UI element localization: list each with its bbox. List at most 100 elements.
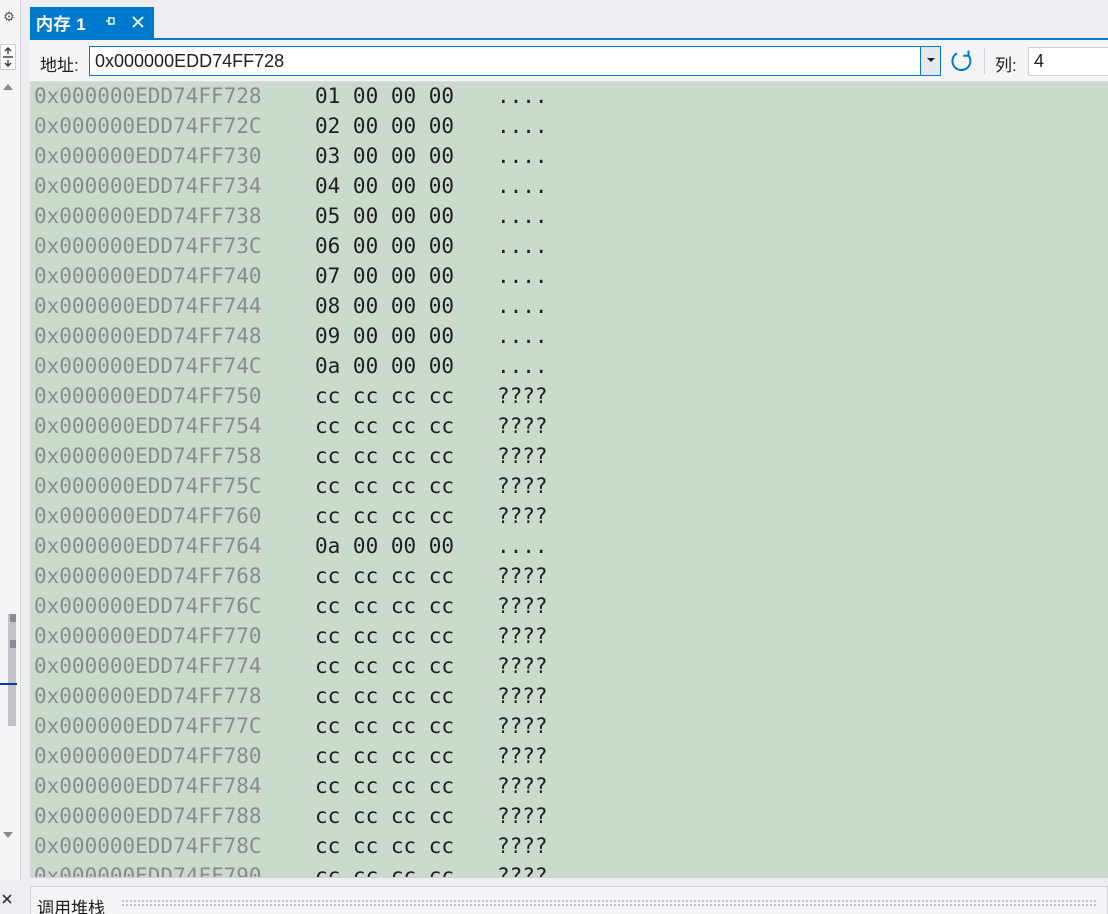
memory-bytes[interactable]: 02 00 00 00: [315, 111, 454, 141]
toolbar-separator: [984, 48, 985, 74]
memory-ascii: ....: [497, 174, 548, 198]
memory-ascii: ....: [497, 204, 548, 228]
memory-row[interactable]: 0x000000EDD74FF76C cc cc cc cc????: [30, 591, 1108, 621]
ide-window: ⚙ 内存 1 地址: 0x000000EDD74FF728 列: 4 0x000…: [0, 0, 1108, 914]
left-scrollbar-thumb[interactable]: [8, 614, 16, 726]
memory-bytes[interactable]: cc cc cc cc: [315, 861, 454, 877]
memory-ascii: ????: [497, 804, 548, 828]
memory-address: 0x000000EDD74FF778: [34, 684, 262, 708]
memory-row[interactable]: 0x000000EDD74FF744 08 00 00 00....: [30, 291, 1108, 321]
memory-bytes[interactable]: cc cc cc cc: [315, 801, 454, 831]
memory-address: 0x000000EDD74FF758: [34, 444, 262, 468]
memory-address: 0x000000EDD74FF790: [34, 864, 262, 877]
memory-ascii: ????: [497, 384, 548, 408]
memory-bytes[interactable]: 03 00 00 00: [315, 141, 454, 171]
memory-bytes[interactable]: cc cc cc cc: [315, 501, 454, 531]
memory-row[interactable]: 0x000000EDD74FF734 04 00 00 00....: [30, 171, 1108, 201]
memory-bytes[interactable]: cc cc cc cc: [315, 441, 454, 471]
tab-call-stack[interactable]: 调用堆栈: [30, 886, 1108, 914]
memory-address: 0x000000EDD74FF784: [34, 774, 262, 798]
memory-row[interactable]: 0x000000EDD74FF780 cc cc cc cc????: [30, 741, 1108, 771]
memory-row[interactable]: 0x000000EDD74FF790 cc cc cc cc????: [30, 861, 1108, 877]
memory-ascii: ????: [497, 444, 548, 468]
memory-toolbar: 地址: 列:: [30, 40, 1108, 82]
memory-bytes[interactable]: 0a 00 00 00: [315, 351, 454, 381]
memory-address: 0x000000EDD74FF74C: [34, 354, 262, 378]
memory-grid[interactable]: 0x000000EDD74FF728 01 00 00 00.... 0x00000…: [30, 82, 1108, 877]
memory-bytes[interactable]: 09 00 00 00: [315, 321, 454, 351]
memory-row[interactable]: 0x000000EDD74FF784 cc cc cc cc????: [30, 771, 1108, 801]
chevron-down-icon[interactable]: [920, 47, 940, 75]
columns-input[interactable]: [1029, 48, 1108, 75]
memory-row[interactable]: 0x000000EDD74FF78C cc cc cc cc????: [30, 831, 1108, 861]
memory-bytes[interactable]: 04 00 00 00: [315, 171, 454, 201]
gear-icon[interactable]: ⚙: [2, 10, 16, 24]
memory-address: 0x000000EDD74FF770: [34, 624, 262, 648]
memory-bytes[interactable]: cc cc cc cc: [315, 651, 454, 681]
memory-row[interactable]: 0x000000EDD74FF738 05 00 00 00....: [30, 201, 1108, 231]
memory-ascii: ....: [497, 84, 548, 108]
scroll-down-icon[interactable]: [1, 828, 15, 840]
memory-row[interactable]: 0x000000EDD74FF73C 06 00 00 00....: [30, 231, 1108, 261]
scroll-up-icon[interactable]: [1, 80, 15, 92]
refresh-icon[interactable]: [948, 47, 976, 75]
memory-row[interactable]: 0x000000EDD74FF740 07 00 00 00....: [30, 261, 1108, 291]
memory-row[interactable]: 0x000000EDD74FF72C 02 00 00 00....: [30, 111, 1108, 141]
memory-row[interactable]: 0x000000EDD74FF764 0a 00 00 00....: [30, 531, 1108, 561]
memory-row[interactable]: 0x000000EDD74FF768 cc cc cc cc????: [30, 561, 1108, 591]
memory-row[interactable]: 0x000000EDD74FF750 cc cc cc cc????: [30, 381, 1108, 411]
memory-ascii: ....: [497, 234, 548, 258]
memory-address: 0x000000EDD74FF75C: [34, 474, 262, 498]
memory-address: 0x000000EDD74FF738: [34, 204, 262, 228]
memory-address: 0x000000EDD74FF750: [34, 384, 262, 408]
columns-combobox[interactable]: [1028, 47, 1108, 76]
panel-grip[interactable]: [121, 899, 1096, 907]
memory-row[interactable]: 0x000000EDD74FF760 cc cc cc cc????: [30, 501, 1108, 531]
memory-bytes[interactable]: cc cc cc cc: [315, 681, 454, 711]
memory-row[interactable]: 0x000000EDD74FF74C 0a 00 00 00....: [30, 351, 1108, 381]
split-icon[interactable]: [0, 44, 16, 70]
memory-bytes[interactable]: cc cc cc cc: [315, 741, 454, 771]
memory-address: 0x000000EDD74FF72C: [34, 114, 262, 138]
memory-bytes[interactable]: cc cc cc cc: [315, 591, 454, 621]
tab-memory-1[interactable]: 内存 1: [30, 7, 154, 38]
memory-bytes[interactable]: 05 00 00 00: [315, 201, 454, 231]
memory-ascii: ....: [497, 294, 548, 318]
memory-address: 0x000000EDD74FF77C: [34, 714, 262, 738]
memory-bytes[interactable]: cc cc cc cc: [315, 471, 454, 501]
memory-ascii: ????: [497, 864, 548, 877]
memory-address: 0x000000EDD74FF748: [34, 324, 262, 348]
memory-row[interactable]: 0x000000EDD74FF774 cc cc cc cc????: [30, 651, 1108, 681]
memory-row[interactable]: 0x000000EDD74FF75C cc cc cc cc????: [30, 471, 1108, 501]
close-icon[interactable]: [129, 13, 147, 31]
memory-row[interactable]: 0x000000EDD74FF778 cc cc cc cc????: [30, 681, 1108, 711]
memory-row[interactable]: 0x000000EDD74FF730 03 00 00 00....: [30, 141, 1108, 171]
memory-address: 0x000000EDD74FF728: [34, 84, 262, 108]
memory-row[interactable]: 0x000000EDD74FF748 09 00 00 00....: [30, 321, 1108, 351]
memory-row[interactable]: 0x000000EDD74FF754 cc cc cc cc????: [30, 411, 1108, 441]
memory-bytes[interactable]: 06 00 00 00: [315, 231, 454, 261]
memory-bytes[interactable]: cc cc cc cc: [315, 711, 454, 741]
memory-bytes[interactable]: 07 00 00 00: [315, 261, 454, 291]
close-icon[interactable]: [0, 892, 16, 910]
memory-bytes[interactable]: 0a 00 00 00: [315, 531, 454, 561]
memory-bytes[interactable]: cc cc cc cc: [315, 561, 454, 591]
memory-row[interactable]: 0x000000EDD74FF728 01 00 00 00....: [30, 82, 1108, 111]
memory-row[interactable]: 0x000000EDD74FF77C cc cc cc cc????: [30, 711, 1108, 741]
memory-row[interactable]: 0x000000EDD74FF758 cc cc cc cc????: [30, 441, 1108, 471]
memory-bytes[interactable]: cc cc cc cc: [315, 381, 454, 411]
memory-bytes[interactable]: 08 00 00 00: [315, 291, 454, 321]
memory-bytes[interactable]: cc cc cc cc: [315, 621, 454, 651]
memory-bytes[interactable]: cc cc cc cc: [315, 831, 454, 861]
address-combobox[interactable]: [89, 46, 941, 76]
pin-icon[interactable]: [102, 14, 118, 30]
memory-bytes[interactable]: cc cc cc cc: [315, 771, 454, 801]
memory-row[interactable]: 0x000000EDD74FF770 cc cc cc cc????: [30, 621, 1108, 651]
memory-row[interactable]: 0x000000EDD74FF788 cc cc cc cc????: [30, 801, 1108, 831]
memory-ascii: ....: [497, 534, 548, 558]
memory-bytes[interactable]: cc cc cc cc: [315, 411, 454, 441]
memory-bytes[interactable]: 01 00 00 00: [315, 82, 454, 111]
memory-ascii: ....: [497, 324, 548, 348]
address-input[interactable]: [90, 47, 918, 75]
memory-ascii: ????: [497, 624, 548, 648]
